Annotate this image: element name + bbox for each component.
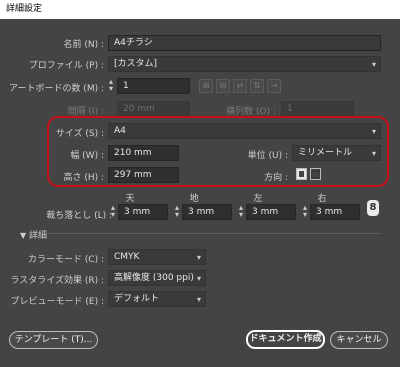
bleed-right-input[interactable]: 3 mm (310, 204, 360, 220)
raster-select[interactable]: 高解像度 (300 ppi) ▾ (108, 270, 206, 286)
height-input[interactable]: 297 mm (108, 167, 179, 183)
units-label: 単位 (U) : (247, 151, 288, 161)
artboards-input[interactable]: 1 (117, 78, 190, 94)
units-value: ミリメートル (298, 148, 353, 158)
artboards-stepper[interactable]: ▴ ▾ (107, 78, 115, 93)
height-label: 高さ (H) : (63, 173, 104, 183)
chevron-down-icon: ▼ (20, 231, 27, 240)
size-value: A4 (114, 126, 126, 136)
chevron-down-icon: ▾ (371, 127, 376, 136)
units-select[interactable]: ミリメートル ▾ (292, 145, 381, 161)
color-mode-value: CMYK (114, 252, 140, 262)
orientation-label: 方向 : (264, 173, 288, 183)
landscape-icon[interactable] (310, 168, 321, 180)
bleed-bottom-header: 地 (189, 194, 199, 204)
stepper-down-icon[interactable]: ▾ (173, 211, 181, 219)
bleed-label: 裁ち落とし (L) : (46, 211, 112, 221)
advanced-divider (46, 233, 382, 234)
size-label: サイズ (S) : (55, 129, 104, 139)
window-title: 詳細設定 (0, 0, 400, 19)
raster-value: 高解像度 (300 ppi) (114, 273, 194, 283)
artboards-label: アートボードの数 (M) : (8, 84, 104, 94)
grid-by-row-icon[interactable]: ⊞ (199, 79, 213, 93)
chevron-down-icon: ▾ (371, 60, 376, 69)
size-select[interactable]: A4 ▾ (108, 123, 381, 139)
bleed-left-input[interactable]: 3 mm (246, 204, 296, 220)
stepper-down-icon[interactable]: ▾ (109, 211, 117, 219)
raster-label: ラスタライズ効果 (R) : (10, 276, 104, 286)
stepper-down-icon[interactable]: ▾ (301, 211, 309, 219)
bleed-left-stepper[interactable]: ▴ ▾ (237, 204, 245, 219)
advanced-toggle[interactable]: ▼ 詳細 (20, 228, 47, 241)
bleed-right-stepper[interactable]: ▴ ▾ (301, 204, 309, 219)
columns-input[interactable]: 1 (281, 101, 354, 117)
bleed-bottom-stepper[interactable]: ▴ ▾ (173, 204, 181, 219)
profile-label: プロファイル (P) : (28, 61, 104, 71)
bleed-top-stepper[interactable]: ▴ ▾ (109, 204, 117, 219)
portrait-icon[interactable] (296, 168, 307, 180)
preview-value: デフォルト (114, 294, 160, 304)
width-label: 幅 (W) : (70, 151, 104, 161)
right-to-left-icon[interactable]: → (267, 79, 281, 93)
bleed-left-header: 左 (253, 194, 263, 204)
profile-select[interactable]: [カスタム] ▾ (108, 56, 381, 72)
bleed-bottom-input[interactable]: 3 mm (182, 204, 232, 220)
chevron-down-icon: ▾ (371, 149, 376, 158)
preview-select[interactable]: デフォルト ▾ (108, 291, 206, 307)
profile-value: [カスタム] (114, 59, 158, 69)
name-label: 名前 (N) : (63, 40, 104, 50)
color-mode-select[interactable]: CMYK ▾ (108, 249, 206, 265)
chevron-down-icon: ▾ (196, 295, 201, 304)
width-input[interactable]: 210 mm (108, 145, 179, 161)
chevron-down-icon: ▾ (196, 253, 201, 262)
grid-by-column-icon[interactable]: ⊟ (216, 79, 230, 93)
bleed-top-input[interactable]: 3 mm (118, 204, 168, 220)
cancel-button[interactable]: キャンセル (330, 331, 388, 349)
create-document-button[interactable]: ドキュメント作成 (246, 330, 325, 349)
chevron-down-icon: ▾ (196, 274, 201, 283)
bleed-top-header: 天 (125, 194, 135, 204)
stepper-down-icon[interactable]: ▾ (237, 211, 245, 219)
advanced-label: 詳細 (29, 231, 48, 241)
preview-label: プレビューモード (E) : (10, 297, 104, 307)
stepper-down-icon[interactable]: ▾ (107, 85, 115, 93)
color-mode-label: カラーモード (C) : (27, 255, 104, 265)
name-input[interactable]: A4チラシ (108, 35, 381, 51)
bleed-right-header: 右 (317, 194, 327, 204)
arrange-by-row-icon[interactable]: ⇄ (233, 79, 247, 93)
link-icon[interactable]: 8 (367, 200, 379, 216)
spacing-input[interactable]: 20 mm (117, 101, 190, 117)
arrange-by-column-icon[interactable]: ⇅ (250, 79, 264, 93)
templates-button[interactable]: テンプレート (T)... (9, 331, 98, 349)
